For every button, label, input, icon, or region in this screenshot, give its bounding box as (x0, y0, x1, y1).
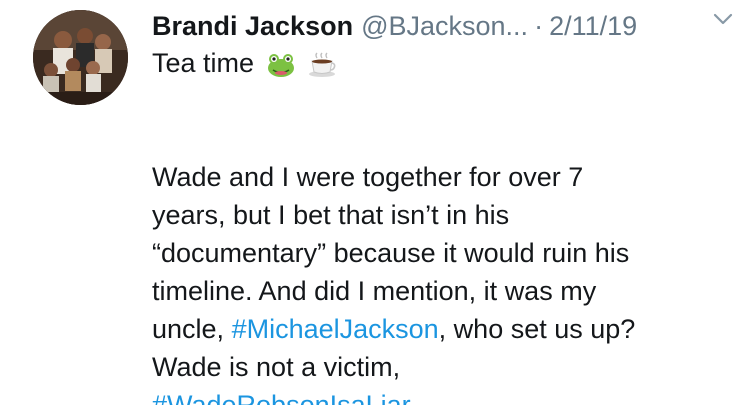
tweet-line-2: Wade and I were together for over 7 (152, 162, 584, 192)
frog-face-icon (266, 50, 296, 88)
chevron-down-icon[interactable] (710, 8, 736, 30)
tweet-line-1: Tea time (152, 44, 742, 82)
avatar[interactable] (33, 10, 128, 105)
tweet-line-5: timeline. And did I mention, it was my (152, 276, 597, 306)
tweet-date[interactable]: 2/11/19 (549, 11, 637, 42)
avatar-photo (33, 10, 128, 105)
tea-time-text: Tea time (152, 48, 255, 78)
tweet-line-4: “documentary” because it would ruin his (152, 238, 630, 268)
separator-dot: · (534, 10, 544, 41)
hashtag-michaeljackson[interactable]: #MichaelJackson (232, 314, 439, 344)
author-name[interactable]: Brandi Jackson (152, 11, 353, 42)
hot-beverage-icon (307, 50, 337, 88)
tweet-text: Tea time Wade and I were together for ov… (152, 44, 742, 405)
tweet[interactable]: Brandi Jackson @BJackson... · 2/11/19 Te… (0, 0, 750, 405)
tweet-header: Brandi Jackson @BJackson... · 2/11/19 (152, 6, 730, 46)
text-fragment: uncle, (152, 314, 232, 344)
tweet-line-6: uncle, #MichaelJackson, who set us up? (152, 310, 742, 348)
tweet-line-7: Wade is not a victim, (152, 352, 401, 382)
tweet-line-8: #WadeRobsonIsaLiar (152, 386, 742, 405)
text-fragment: , who set us up? (438, 314, 636, 344)
author-handle[interactable]: @BJackson... (361, 11, 528, 42)
tweet-line-3: years, but I bet that isn’t in his (152, 200, 510, 230)
hashtag-waderobsonisaliar[interactable]: #WadeRobsonIsaLiar (152, 390, 411, 405)
